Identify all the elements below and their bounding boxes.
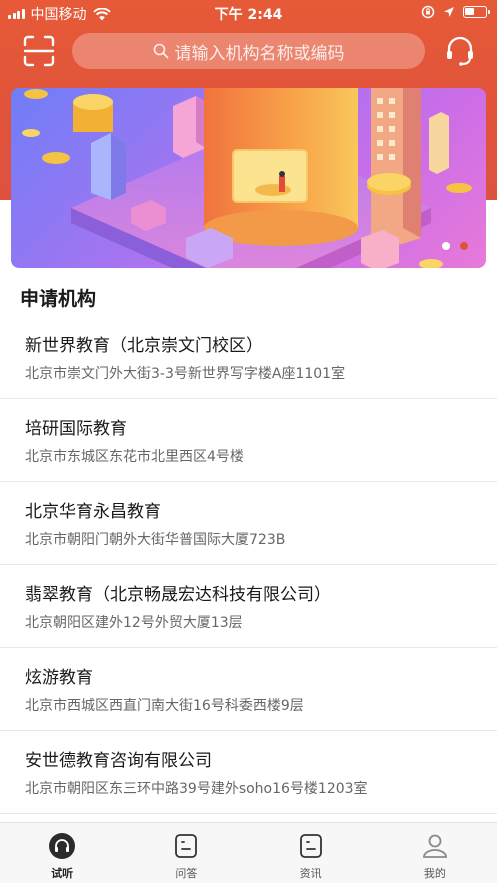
list-item[interactable]: 炫游教育 北京市西城区西直门南大街16号科委西楼9层 bbox=[0, 648, 497, 731]
org-address: 北京市崇文门外大街3-3号新世界写字楼A座1101室 bbox=[25, 366, 346, 382]
org-address: 北京市朝阳区东三环中路39号建外soho16号楼1203室 bbox=[25, 781, 368, 797]
tab-label: 试听 bbox=[51, 867, 74, 880]
organization-list: 新世界教育（北京崇文门校区） 北京市崇文门外大街3-3号新世界写字楼A座1101… bbox=[0, 316, 497, 814]
person-icon bbox=[421, 832, 449, 860]
section-title: 申请机构 bbox=[20, 288, 97, 310]
promo-banner[interactable] bbox=[11, 88, 486, 268]
org-address: 北京市朝阳门朝外大街华普国际大厦723B bbox=[25, 532, 286, 548]
tab-label: 我的 bbox=[423, 867, 446, 880]
org-name: 炫游教育 bbox=[25, 668, 93, 688]
list-item[interactable]: 北京华育永昌教育 北京市朝阳门朝外大街华普国际大厦723B bbox=[0, 482, 497, 565]
org-name: 翡翠教育（北京畅晟宏达科技有限公司） bbox=[25, 585, 331, 605]
banner-dot[interactable] bbox=[442, 242, 450, 250]
banner-dot-active[interactable] bbox=[460, 242, 468, 250]
org-name: 安世德教育咨询有限公司 bbox=[25, 751, 212, 771]
org-address: 北京市西城区西直门南大街16号科委西楼9层 bbox=[25, 698, 304, 714]
status-bar: 中国移动 下午 2:44 bbox=[0, 0, 497, 26]
qa-icon bbox=[172, 832, 200, 860]
org-address: 北京朝阳区建外12号外贸大厦13层 bbox=[25, 615, 243, 631]
org-name: 培研国际教育 bbox=[25, 419, 127, 439]
top-bar: 请输入机构名称或编码 bbox=[0, 30, 497, 74]
search-icon bbox=[153, 43, 168, 59]
scan-icon[interactable] bbox=[22, 34, 56, 68]
tab-label: 资讯 bbox=[299, 867, 322, 880]
list-item[interactable]: 安世德教育咨询有限公司 北京市朝阳区东三环中路39号建外soho16号楼1203… bbox=[0, 731, 497, 814]
bottom-tab-bar: 试听 问答 资讯 我的 bbox=[0, 822, 497, 883]
headphones-icon bbox=[48, 832, 76, 860]
tab-qa[interactable]: 问答 bbox=[124, 823, 248, 883]
org-address: 北京市东城区东花市北里西区4号楼 bbox=[25, 449, 244, 465]
list-item[interactable]: 培研国际教育 北京市东城区东花市北里西区4号楼 bbox=[0, 399, 497, 482]
battery-icon bbox=[463, 6, 490, 18]
location-arrow-icon bbox=[444, 7, 454, 17]
customer-service-icon[interactable] bbox=[443, 34, 477, 68]
list-item[interactable]: 翡翠教育（北京畅晟宏达科技有限公司） 北京朝阳区建外12号外贸大厦13层 bbox=[0, 565, 497, 648]
banner-pagination bbox=[442, 242, 468, 250]
tab-listen[interactable]: 试听 bbox=[0, 823, 124, 883]
tab-label: 问答 bbox=[175, 867, 198, 880]
orientation-lock-icon bbox=[421, 5, 435, 19]
tab-news[interactable]: 资讯 bbox=[249, 823, 373, 883]
news-icon bbox=[297, 832, 325, 860]
tab-mine[interactable]: 我的 bbox=[373, 823, 497, 883]
search-input[interactable]: 请输入机构名称或编码 bbox=[72, 33, 425, 69]
search-placeholder: 请输入机构名称或编码 bbox=[174, 43, 345, 64]
list-item[interactable]: 新世界教育（北京崇文门校区） 北京市崇文门外大街3-3号新世界写字楼A座1101… bbox=[0, 316, 497, 399]
org-name: 新世界教育（北京崇文门校区） bbox=[25, 336, 263, 356]
org-name: 北京华育永昌教育 bbox=[25, 502, 161, 522]
banner-illustration bbox=[22, 88, 472, 268]
